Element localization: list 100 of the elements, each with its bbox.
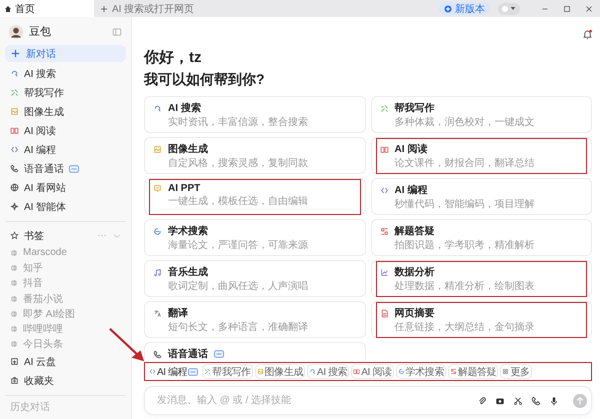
image-icon (256, 368, 264, 375)
feature-card[interactable]: 帮我写作 多种体裁，润色校对，一键成文 (370, 96, 592, 133)
card-description: 多种体裁，润色校对，一键成文 (394, 117, 536, 129)
skill-chip[interactable]: AI 阅读 (351, 364, 394, 379)
feature-card[interactable]: AI PPT 一键生成，模板任选，自由编辑 (144, 178, 366, 215)
sidebar-item[interactable]: AI 编程 (5, 140, 126, 159)
app-name: 豆包 (29, 25, 52, 39)
skill-chip[interactable]: 解题答疑 (448, 364, 498, 379)
code-icon (149, 368, 156, 375)
card-description: 秒懂代码，智能编码，项目理解 (394, 199, 536, 211)
sidebar-item[interactable]: 图像生成 (5, 102, 126, 121)
sidebar-item[interactable]: AI 云盘 (5, 352, 126, 372)
card-title: AI 阅读 (394, 142, 428, 156)
card-description: 一键生成，模板任选，自由编辑 (168, 196, 309, 208)
sidebar-item[interactable]: AI 看网站 (5, 178, 126, 197)
card-title: 帮我写作 (394, 102, 434, 115)
bookmarks-heading: 书签 (24, 230, 45, 242)
feature-card[interactable]: AI 搜索 实时资讯，丰富信源，整合搜索 (144, 96, 366, 133)
feature-card[interactable]: 数据分析 处理数据，精准分析，绘制图表 (370, 260, 592, 297)
card-description: 拍图识题，学考职考，精准解析 (394, 240, 536, 252)
caret-icon (510, 6, 516, 11)
card-title: AI 编程 (394, 184, 428, 197)
globe-icon (10, 248, 18, 257)
avatar-icon (9, 24, 23, 38)
globe-icon (10, 294, 18, 303)
feature-card[interactable]: 学术搜索 海量论文，严谨问答，可靠来源 (144, 219, 366, 256)
image-icon (10, 107, 19, 116)
skill-chip[interactable]: 更多 (500, 364, 532, 379)
card-description: 歌词定制，曲风任选，人声演唱 (168, 281, 309, 293)
skill-chip[interactable]: AI 搜索 (307, 364, 350, 379)
scissors-icon[interactable] (513, 396, 523, 406)
feature-card[interactable]: AI 阅读 论文课件，财报合同，翻译总结 (370, 137, 592, 174)
globe-icon (10, 279, 18, 288)
globe-icon (10, 310, 18, 318)
music-icon (153, 268, 162, 276)
feature-card[interactable]: 解题答疑 拍图识题，学考职考，精准解析 (370, 219, 592, 256)
card-title: AI 搜索 (168, 102, 201, 115)
card-title: 数据分析 (394, 266, 434, 279)
sidebar-item[interactable]: 语音通话 (5, 159, 126, 178)
card-description: 海量论文，严谨问答，可靠来源 (168, 240, 309, 252)
greeting: 你好，tz (144, 48, 202, 67)
sidebar-toggle-icon[interactable] (112, 26, 122, 36)
plus-icon (11, 49, 20, 58)
card-title: 翻译 (168, 306, 188, 320)
skill-chip[interactable]: 帮我写作 (202, 364, 253, 379)
sidebar-item[interactable]: AI 搜索 (5, 64, 126, 83)
card-title: 学术搜索 (168, 224, 208, 238)
code-icon (380, 186, 388, 194)
phone-icon (153, 350, 162, 358)
close-icon[interactable] (584, 4, 594, 14)
skill-chip[interactable]: 图像生成 (254, 364, 306, 379)
globe-icon (10, 264, 18, 272)
search-icon (10, 69, 19, 78)
image-icon (153, 144, 162, 154)
card-description: 短句长文，多种语言，准确翻译 (168, 322, 309, 334)
feature-card[interactable]: 图像生成 自定风格，搜索灵感，复制同款 (144, 137, 366, 174)
sidebar-item[interactable]: AI 智能体 (5, 197, 126, 216)
maximize-icon[interactable] (562, 4, 572, 14)
translate-icon (153, 308, 162, 318)
skill-chip[interactable]: 学术搜索 (396, 364, 446, 379)
sidebar-item[interactable]: 帮我写作 (5, 83, 126, 102)
sidebar-item[interactable]: AI 阅读 (5, 121, 126, 140)
card-title: 语音通话 (168, 347, 208, 361)
account-dropdown[interactable] (498, 2, 520, 14)
card-description: 任意链接，大纲总结，金句摘录 (394, 322, 536, 334)
feature-card[interactable]: AI 编程 秒懂代码，智能编码，项目理解 (370, 178, 592, 215)
history-label: 历史对话 (9, 400, 51, 414)
star-icon (10, 231, 19, 240)
microphone-icon[interactable] (549, 396, 559, 406)
update-button[interactable]: 新版本 (439, 2, 490, 15)
prompt-heading: 我可以如何帮到你? (144, 71, 266, 89)
message-field[interactable]: 发消息、输入 @ 或 / 选择技能 (144, 386, 592, 415)
search-icon (153, 104, 162, 112)
phone-icon (10, 164, 19, 173)
card-description: 实时资讯，丰富信源，整合搜索 (168, 117, 309, 129)
home-tab[interactable]: 首页 (0, 0, 94, 17)
feature-card[interactable]: 网页摘要 任意链接，大纲总结，金句摘录 (370, 301, 592, 338)
address-field[interactable]: AI 搜索或打开网页 (94, 0, 439, 17)
new-chat-button[interactable]: 新对话 (5, 45, 126, 62)
sidebar-item[interactable]: 收藏夹 (5, 371, 126, 390)
card-title: 图像生成 (168, 142, 208, 156)
card-description: 论文课件，财报合同，翻译总结 (394, 158, 536, 170)
globe-icon (10, 325, 18, 334)
skill-chip[interactable]: AI 编程 (147, 364, 200, 379)
feature-card[interactable]: 音乐生成 歌词定制，曲风任选，人声演唱 (144, 260, 366, 297)
bell-icon[interactable] (582, 29, 593, 40)
globe-icon (10, 340, 18, 348)
plus-icon (100, 4, 108, 12)
feature-card[interactable]: 翻译 短句长文，多种语言，准确翻译 (144, 301, 366, 338)
home-icon (4, 4, 12, 12)
paperclip-icon[interactable] (477, 396, 487, 406)
phone-icon[interactable] (531, 396, 541, 406)
card-title: 音乐生成 (168, 265, 208, 279)
code-icon (10, 145, 19, 154)
card-title: AI PPT (168, 183, 200, 194)
card-title: 网页摘要 (394, 306, 434, 320)
card-description: 处理数据，精准分析，绘制图表 (394, 281, 536, 293)
search-icon (309, 368, 316, 375)
image-icon[interactable] (495, 396, 505, 406)
card-title: 解题答疑 (394, 224, 434, 238)
